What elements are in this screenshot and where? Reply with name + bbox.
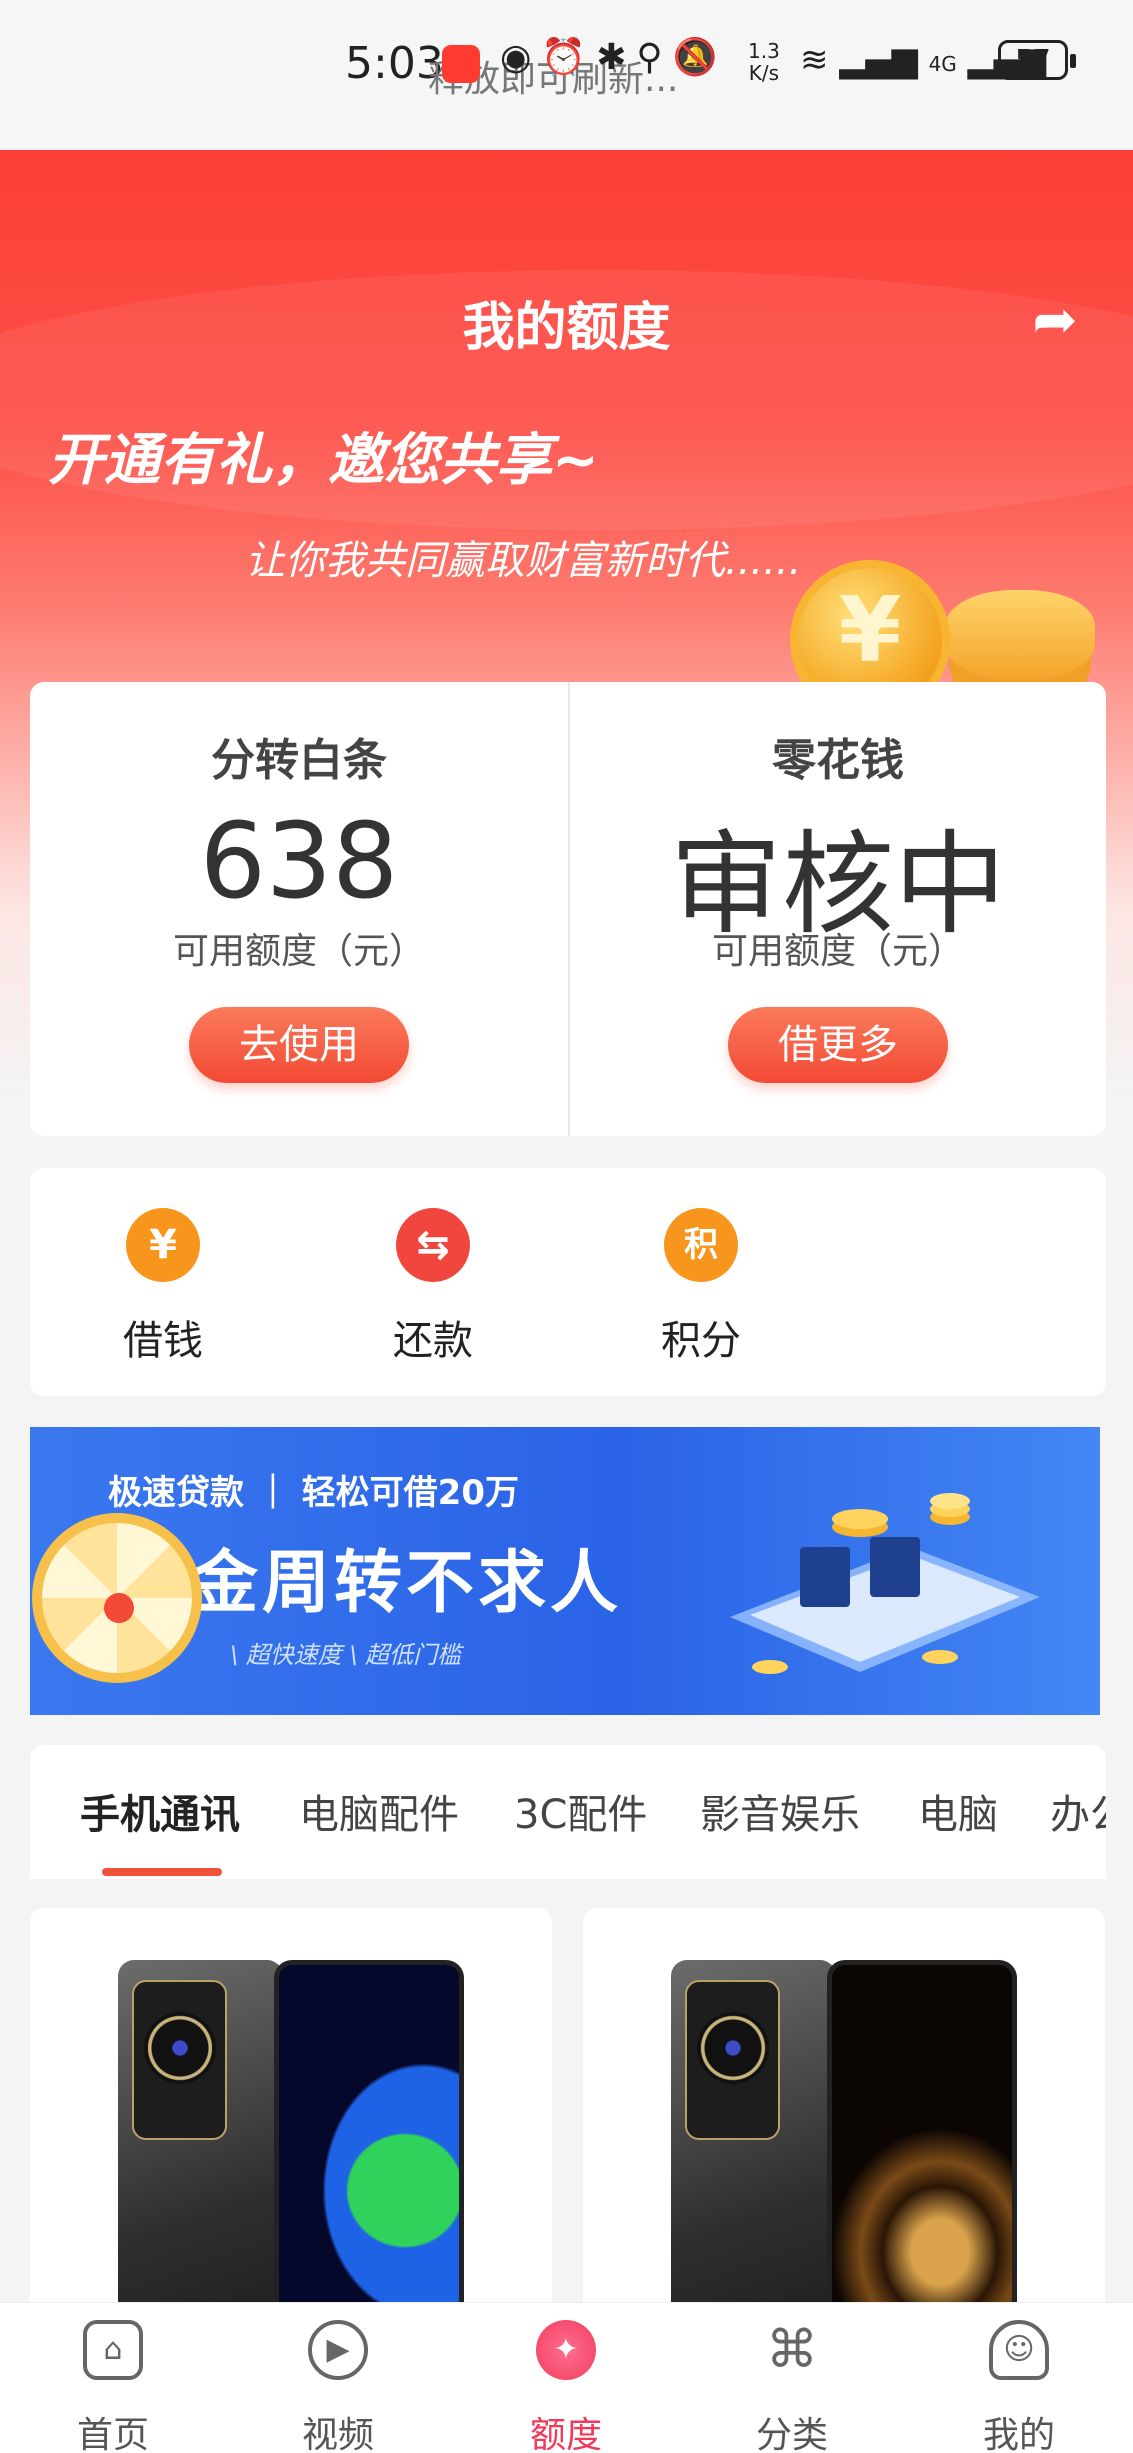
tab-phones[interactable]: 手机通讯 <box>80 1782 240 1840</box>
tab-office[interactable]: 办公 <box>1050 1782 1106 1840</box>
banner-tagline: 极速贷款 ｜ 轻松可借20万 <box>108 1473 519 1513</box>
network-speed-unit: K/s <box>748 61 780 85</box>
nav-category[interactable]: ⌘ 分类 <box>722 2320 862 2453</box>
loan-promo-banner[interactable]: 极速贷款 ｜ 轻松可借20万 金周转不求人 \ 超快速度 \ 超低门槛 <box>30 1427 1100 1715</box>
tab-pc-accessories[interactable]: 电脑配件 <box>299 1782 459 1840</box>
use-button[interactable]: 去使用 <box>189 1007 409 1083</box>
hero-slogan: 开通有礼，邀您共享~ <box>48 428 599 493</box>
quota-value: 638 <box>199 800 399 922</box>
cell-signal-icon: ▂▄▆ <box>839 40 918 80</box>
network-speed: 1.3 K/s <box>748 40 780 84</box>
camera-module <box>132 1980 227 2140</box>
nav-home[interactable]: ⌂ 首页 <box>43 2320 183 2453</box>
hero-subslogan: 让你我共同赢取财富新时代...... <box>245 538 802 584</box>
quota-col-linghuaqian: 零花钱 审核中 可用额度（元） 借更多 <box>569 682 1107 1136</box>
network-type-label: 4G <box>928 52 957 76</box>
quota-col-baitiao: 分转白条 638 可用额度（元） 去使用 <box>30 682 568 1136</box>
nav-quota[interactable]: ✦ 额度 <box>496 2320 636 2453</box>
page-title: 我的额度 <box>462 298 671 358</box>
eye-icon: ◉ <box>500 37 542 78</box>
action-repay[interactable]: ⇆ 还款 <box>358 1208 508 1368</box>
bluetooth-icon: ✱ <box>596 37 637 78</box>
home-icon: ⌂ <box>83 2320 143 2380</box>
battery-indicator: 57 <box>998 40 1076 80</box>
profile-icon: ☺ <box>989 2320 1049 2380</box>
quota-name: 零花钱 <box>772 735 904 786</box>
points-icon: 积 <box>664 1208 738 1282</box>
quota-name: 分转白条 <box>211 735 387 786</box>
camera-module <box>685 1980 780 2140</box>
mute-bell-icon: 🔕 <box>672 37 728 78</box>
banner-headline: 金周转不求人 <box>190 1544 623 1623</box>
shopping-app-notification-icon <box>442 45 480 83</box>
coin-stack-icon <box>945 590 1095 680</box>
nav-profile[interactable]: ☺ 我的 <box>949 2320 1089 2453</box>
tab-computers[interactable]: 电脑 <box>918 1782 998 1840</box>
borrow-more-button[interactable]: 借更多 <box>728 1007 948 1083</box>
borrow-money-icon: ¥ <box>126 1208 200 1282</box>
coin-symbol: ¥ <box>838 578 902 683</box>
action-label: 还款 <box>393 1318 473 1364</box>
video-play-icon: ▶ <box>308 2320 368 2380</box>
location-icon: ⚲ <box>636 37 673 78</box>
quota-sub-label: 可用额度（元） <box>172 931 425 972</box>
nav-label: 视频 <box>301 2415 374 2453</box>
finance-illustration <box>730 1493 1040 1674</box>
action-borrow[interactable]: ¥ 借钱 <box>88 1208 238 1368</box>
prize-wheel-center <box>104 1593 134 1623</box>
banner-subtitle: \ 超快速度 \ 超低门槛 <box>230 1641 462 1669</box>
status-icons: ◉⏰✱⚲🔕 <box>500 36 728 78</box>
repay-bag-icon: ⇆ <box>396 1208 470 1282</box>
action-points[interactable]: 积 积分 <box>626 1208 776 1368</box>
nav-label: 额度 <box>529 2415 602 2453</box>
tab-overflow-clip: 办公 <box>1050 1745 1106 1879</box>
network-speed-value: 1.3 <box>748 39 780 63</box>
nav-label: 分类 <box>755 2415 828 2453</box>
camera-lens <box>144 2012 216 2084</box>
tab-audio-video[interactable]: 影音娱乐 <box>700 1782 860 1840</box>
quota-icon: ✦ <box>536 2320 596 2380</box>
alarm-icon: ⏰ <box>541 37 597 78</box>
quota-sub-label: 可用额度（元） <box>711 931 964 972</box>
camera-lens <box>697 2012 769 2084</box>
nav-label: 首页 <box>76 2415 149 2453</box>
nav-video[interactable]: ▶ 视频 <box>268 2320 408 2453</box>
active-tab-indicator <box>102 1868 222 1876</box>
wifi-icon: ≋ <box>800 40 829 80</box>
share-icon[interactable]: ➦ <box>1020 288 1090 351</box>
action-label: 积分 <box>661 1318 741 1364</box>
category-icon: ⌘ <box>766 2320 818 2380</box>
nav-label: 我的 <box>982 2415 1055 2453</box>
tab-3c-accessories[interactable]: 3C配件 <box>514 1782 647 1840</box>
action-label: 借钱 <box>123 1318 203 1364</box>
